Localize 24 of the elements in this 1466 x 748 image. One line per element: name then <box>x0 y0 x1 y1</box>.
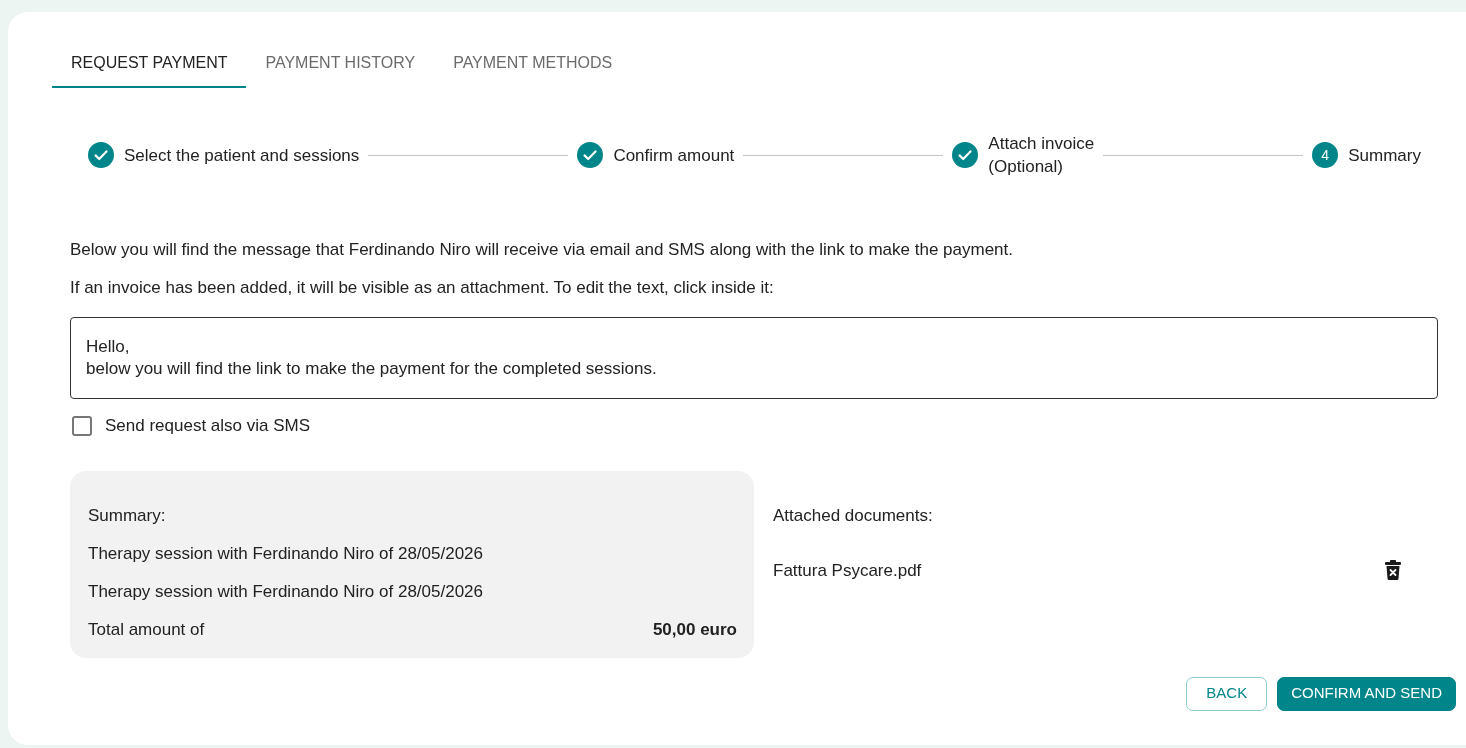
delete-trash-icon[interactable] <box>1385 560 1401 581</box>
message-field[interactable]: Hello, below you will find the link to make the payment for the completed sessions. <box>70 317 1438 399</box>
total-amount: 50,00 euro <box>652 618 737 641</box>
instruction-text: If an invoice has been added, it will be visible as an attachment. To edit the text, click inside it: <box>70 277 775 299</box>
step-note: (Optional) <box>988 156 1064 178</box>
step-label: Summary <box>1348 144 1421 167</box>
tab[interactable]: REQUEST PAYMENT <box>52 40 247 88</box>
total-label: Total amount of <box>88 618 205 641</box>
summary-item: Therapy session with Ferdinando Niro of 28/05/2026 <box>88 542 484 565</box>
step-number: 4 <box>1312 142 1339 168</box>
step-label: Attach invoice <box>988 133 1095 155</box>
step-label: Confirm amount <box>613 144 735 167</box>
tab[interactable]: PAYMENT METHODS <box>434 40 632 88</box>
attachments-title: Attached documents: <box>773 504 934 527</box>
confirm-button[interactable]: CONFIRM AND SEND <box>1277 676 1456 711</box>
summary-item: Therapy session with Ferdinando Niro of 28/05/2026 <box>88 580 484 603</box>
back-button[interactable]: BACK <box>1186 676 1268 711</box>
summary-title: Summary: <box>88 504 167 527</box>
file-name: Fattura Psycare.pdf <box>773 559 922 582</box>
step-label: Select the patient and sessions <box>124 144 360 167</box>
instruction-text: Below you will find the message that Ferdinando Niro will receive via email and SMS along with the link to make the payment. <box>70 239 1015 261</box>
checkbox-label[interactable]: Send request also via SMS <box>105 413 311 439</box>
checkbox[interactable] <box>72 415 92 436</box>
tab[interactable]: PAYMENT HISTORY <box>246 40 435 88</box>
